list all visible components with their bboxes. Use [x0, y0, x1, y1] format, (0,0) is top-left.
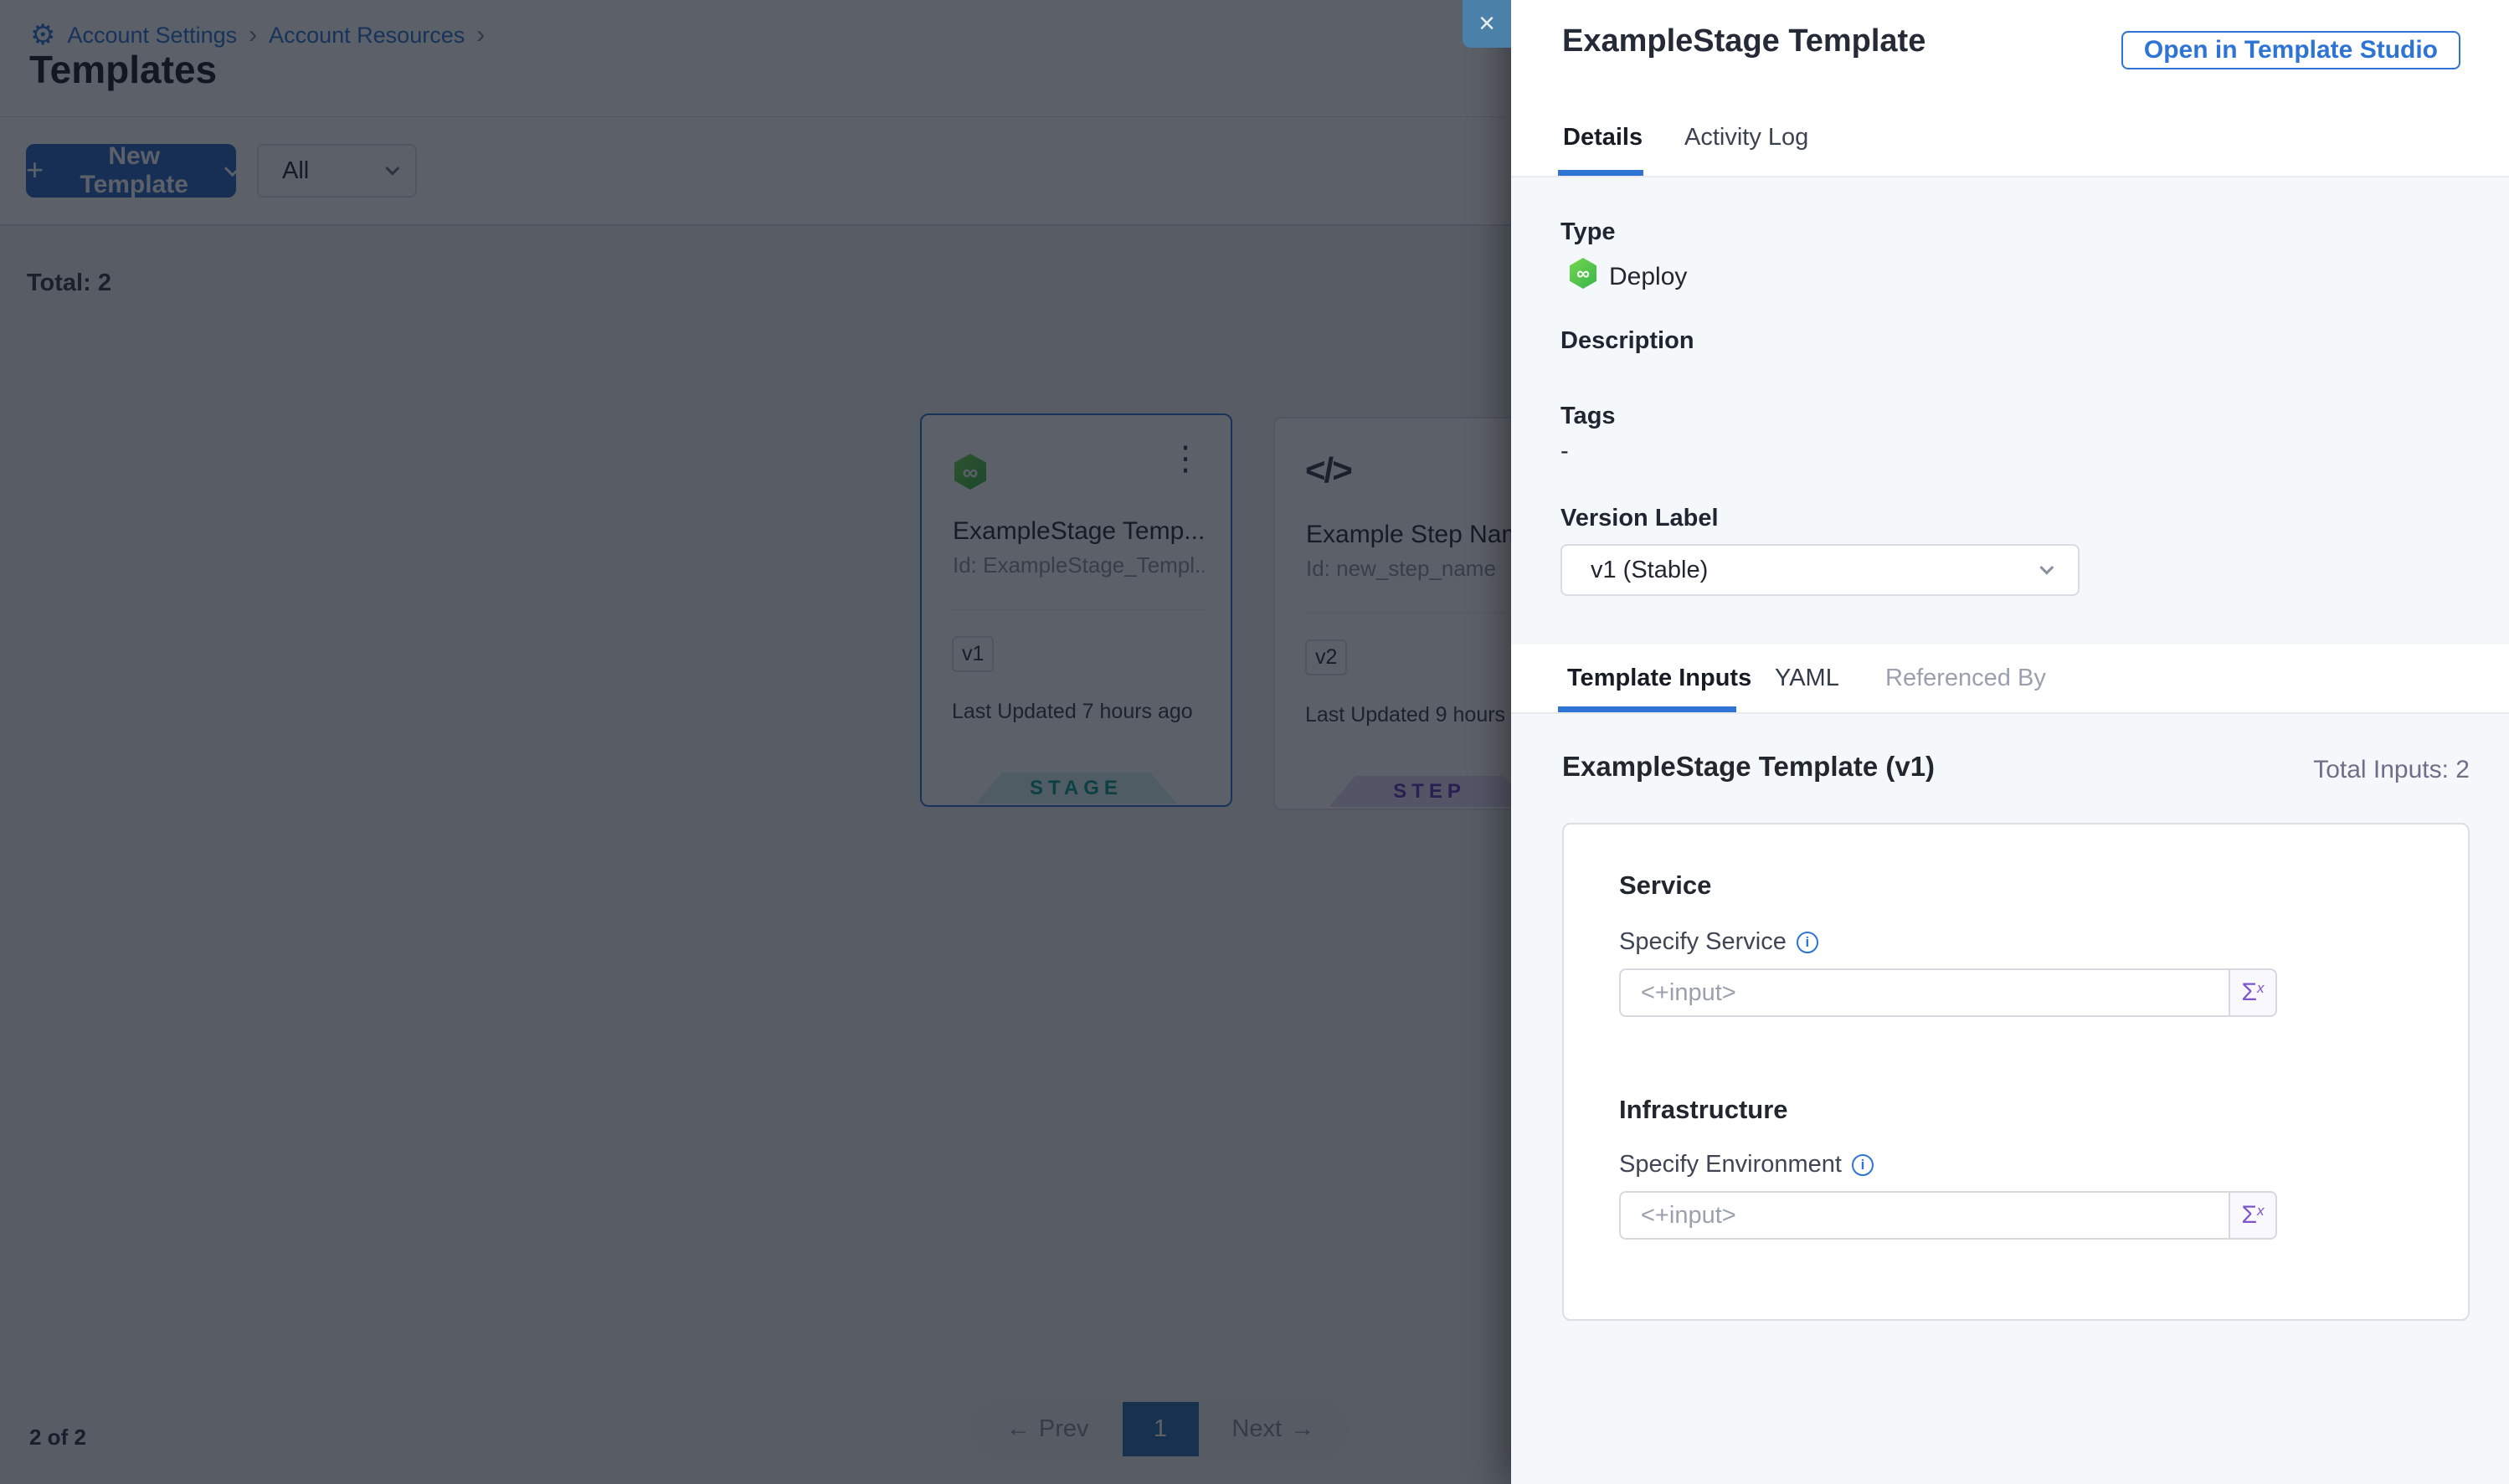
infinity-icon: ∞ — [1576, 264, 1590, 283]
inputs-total: Total Inputs: 2 — [2313, 756, 2470, 784]
sigma-sup: x — [2257, 980, 2265, 997]
open-template-studio-button[interactable]: Open in Template Studio — [2121, 31, 2460, 69]
sigma-icon: Σ — [2241, 978, 2257, 1007]
type-label: Type — [1560, 218, 1616, 246]
drawer-scrim[interactable] — [0, 0, 1511, 1484]
specify-environment-text: Specify Environment — [1619, 1151, 1842, 1178]
tab-yaml[interactable]: YAML — [1775, 665, 1839, 692]
active-tab-underline — [1558, 170, 1643, 176]
active-subtab-underline — [1558, 706, 1736, 712]
tags-label: Tags — [1560, 403, 1616, 430]
service-input[interactable] — [1619, 968, 2230, 1017]
inputs-card: Service Specify Service i Σx Infrastruct… — [1562, 823, 2470, 1321]
runtime-input-sigma-button[interactable]: Σx — [2229, 1191, 2277, 1240]
specify-service-text: Specify Service — [1619, 928, 1787, 956]
runtime-input-sigma-button[interactable]: Σx — [2229, 968, 2277, 1017]
drawer-title: ExampleStage Template — [1562, 23, 1925, 59]
close-icon[interactable]: × — [1463, 0, 1511, 48]
info-icon[interactable]: i — [1797, 932, 1818, 953]
service-input-row: Σx — [1619, 968, 2277, 1017]
tab-activity-log[interactable]: Activity Log — [1684, 124, 1808, 151]
version-select[interactable]: v1 (Stable) — [1560, 544, 2080, 596]
version-label: Version Label — [1560, 505, 1719, 532]
inputs-heading: ExampleStage Template (v1) — [1562, 751, 1935, 783]
service-section-title: Service — [1619, 870, 1711, 901]
type-value: Deploy — [1609, 263, 1687, 291]
chevron-down-icon — [2039, 561, 2054, 575]
environment-input[interactable] — [1619, 1191, 2230, 1240]
deploy-type-icon: ∞ — [1570, 258, 1596, 289]
subtabs-bar: Template Inputs YAML Referenced By — [1511, 644, 2509, 714]
info-icon[interactable]: i — [1852, 1154, 1874, 1176]
tab-details[interactable]: Details — [1563, 124, 1643, 151]
environment-input-row: Σx — [1619, 1191, 2277, 1240]
sigma-icon: Σ — [2241, 1201, 2257, 1230]
template-details-drawer: × ExampleStage Template Open in Template… — [1511, 0, 2509, 1484]
infrastructure-section-title: Infrastructure — [1619, 1095, 1788, 1125]
version-select-value: v1 (Stable) — [1591, 557, 1708, 584]
tab-referenced-by[interactable]: Referenced By — [1885, 665, 2046, 692]
template-inputs-panel: ExampleStage Template (v1) Total Inputs:… — [1511, 714, 2509, 1484]
description-label: Description — [1560, 327, 1694, 355]
sigma-sup: x — [2257, 1203, 2265, 1220]
tags-value: - — [1560, 438, 1569, 465]
templates-page: ⚙ Account Settings › Account Resources ›… — [0, 0, 2509, 1484]
specify-service-label: Specify Service i — [1619, 928, 1818, 956]
tab-template-inputs[interactable]: Template Inputs — [1567, 665, 1751, 692]
details-panel: Type ∞ Deploy Description Tags - Version… — [1511, 177, 2509, 644]
specify-environment-label: Specify Environment i — [1619, 1151, 1874, 1178]
